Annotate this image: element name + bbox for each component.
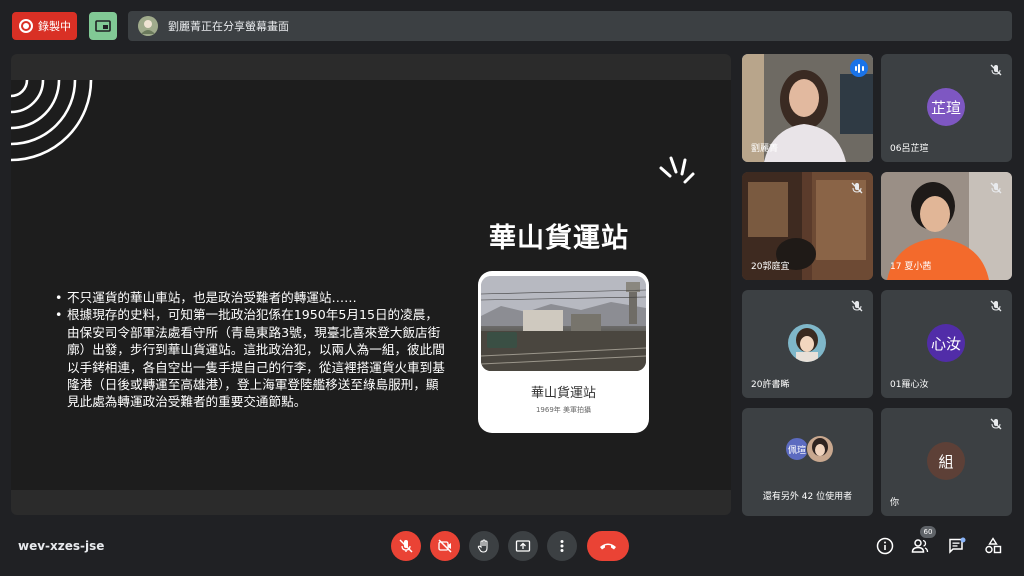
participant-tile[interactable]: 20許書睎 [742,290,873,398]
participant-name: 17 夏小茜 [890,262,932,272]
share-status-text: 劉麗菁正在分享螢幕畫面 [168,20,289,33]
shared-slide: 華山貨運站 不只運貨的華山車站，也是政治受難者的轉運站…… 根據現存的史料，可知… [11,80,731,490]
slide-title: 華山貨運站 [489,223,629,254]
participant-name: 20郭庭宜 [751,262,790,272]
participant-name: 06呂芷瑄 [890,144,929,154]
presentation-toggle-button[interactable] [89,12,117,40]
meeting-code: wev-xzes-jse [18,539,105,553]
sparkle-decoration [659,156,695,184]
people-icon [911,539,929,553]
participant-tile[interactable]: 芷瑄 06呂芷瑄 [881,54,1012,162]
self-avatar: 組 [927,442,965,480]
raise-hand-button[interactable] [469,531,499,561]
mic-off-icon [990,182,1002,194]
participant-name: 劉麗菁 [751,144,779,154]
camera-toggle-button[interactable] [430,531,460,561]
participant-profile-photo [788,324,826,362]
bullet-item: 不只運貨的華山車站，也是政治受難者的轉運站…… [55,289,450,307]
photo-card: 華山貨運站 1969年 美軍拍攝 [478,271,649,433]
leave-call-button[interactable] [587,531,629,561]
recording-indicator[interactable]: 錄製中 [12,12,77,40]
participant-profile-photo [806,435,834,463]
concentric-arcs-decoration [11,80,93,162]
people-button[interactable] [910,536,930,556]
recording-label: 錄製中 [38,20,71,33]
present-icon [515,540,531,552]
self-name: 你 [890,498,900,508]
more-participants-label: 還有另外 42 位使用者 [762,492,853,502]
meeting-details-button[interactable] [875,536,895,556]
slide-bullet-list: 不只運貨的華山車站，也是政治受難者的轉運站…… 根據現存的史料，可知第一批政治犯… [55,289,450,411]
participant-tile[interactable]: 20郭庭宜 [742,172,873,280]
more-participants-tile[interactable]: 佩瑄 還有另外 42 位使用者 [742,408,873,516]
speaking-indicator-icon [850,59,868,77]
raise-hand-icon [477,539,488,553]
mic-toggle-button[interactable] [391,531,421,561]
photo-caption: 華山貨運站 [530,386,596,401]
mic-off-icon [990,418,1002,430]
mic-off-icon [990,64,1002,76]
historic-station-photo [481,276,646,371]
present-now-button[interactable] [508,531,538,561]
participant-tile[interactable]: 心汝 01羅心汝 [881,290,1012,398]
camera-off-icon [438,539,452,553]
participant-name: 20許書睎 [751,380,790,390]
people-count-badge: 60 [920,526,936,538]
screen-share-banner: 劉麗菁正在分享螢幕畫面 [128,11,1012,41]
bullet-item: 根據現存的史料，可知第一批政治犯係在1950年5月15日的凌晨，由保安司令部軍法… [55,306,450,410]
mic-off-icon [851,300,863,312]
presenter-avatar [138,16,158,36]
mic-off-icon [851,182,863,194]
chat-button[interactable] [947,536,967,556]
self-tile[interactable]: 組 你 [881,408,1012,516]
mic-off-icon [990,300,1002,312]
present-screen-icon [95,20,111,32]
mic-off-icon [399,539,413,553]
photo-subcaption: 1969年 美軍拍攝 [535,406,592,414]
participant-avatar: 心汝 [927,324,965,362]
activities-icon [985,537,1002,554]
participant-tile[interactable]: 17 夏小茜 [881,172,1012,280]
more-vert-icon [560,540,564,552]
presentation-stage: 華山貨運站 不只運貨的華山車站，也是政治受難者的轉運站…… 根據現存的史料，可知… [11,54,731,515]
participant-avatar: 芷瑄 [927,88,965,126]
end-call-icon [600,543,616,550]
chat-icon [949,537,966,554]
record-icon [19,19,33,33]
info-icon [876,537,894,555]
activities-button[interactable] [983,536,1003,556]
participant-name: 01羅心汝 [890,380,929,390]
participant-tile[interactable]: 劉麗菁 [742,54,873,162]
more-options-button[interactable] [547,531,577,561]
